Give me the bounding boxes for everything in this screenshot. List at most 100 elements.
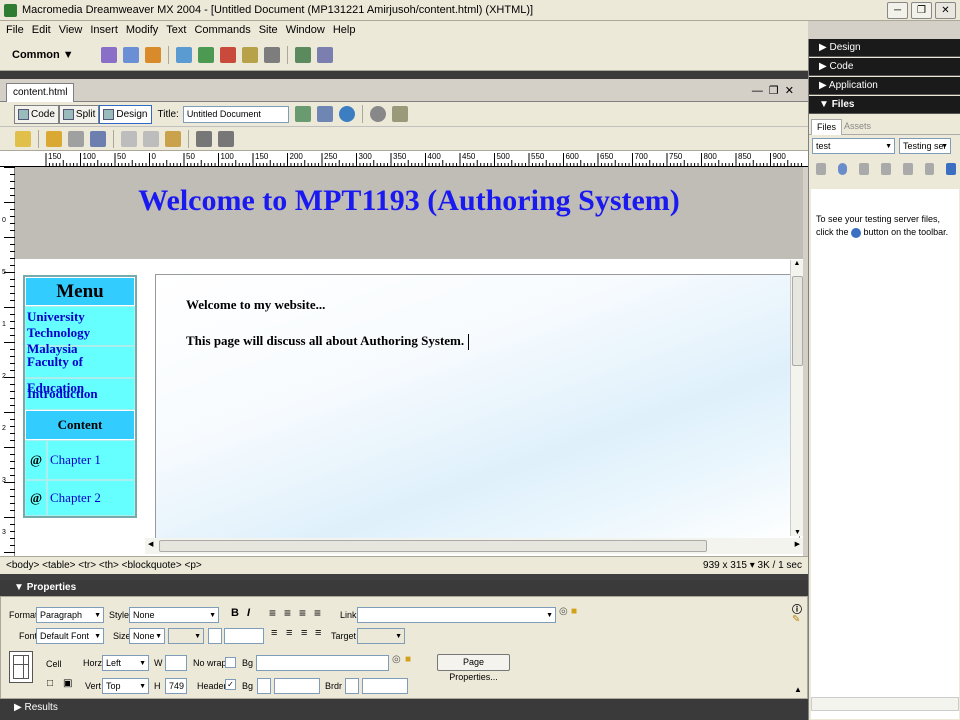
vertical-scrollbar[interactable]: ▲ ▼ — [790, 260, 803, 536]
comment-icon[interactable] — [263, 46, 280, 63]
split-cell-icon[interactable]: ▣ — [63, 678, 72, 689]
get-files-icon[interactable] — [859, 163, 870, 175]
refresh-icon[interactable] — [837, 163, 848, 175]
assets-tab[interactable]: Assets — [839, 119, 876, 135]
copy-icon[interactable] — [143, 130, 159, 147]
vertical-scroll-thumb[interactable] — [792, 276, 803, 366]
file-management-icon[interactable] — [316, 106, 333, 122]
cut-icon[interactable] — [121, 130, 137, 147]
open-icon[interactable] — [46, 130, 62, 147]
menu-window[interactable]: Window — [282, 24, 329, 36]
undo-icon[interactable] — [196, 130, 212, 147]
files-panel-header[interactable]: ▼ Files — [809, 96, 960, 114]
document-title-input[interactable] — [182, 105, 289, 123]
results-panel-header[interactable]: ▶ Results — [0, 699, 808, 720]
table-icon[interactable] — [175, 46, 192, 63]
collapse-properties-icon[interactable]: ▲ — [794, 685, 802, 694]
chapter-2-link[interactable]: Chapter 2 — [47, 480, 135, 516]
close-button[interactable]: ✕ — [935, 2, 956, 19]
horizontal-scroll-thumb[interactable] — [159, 540, 707, 552]
menu-text[interactable]: Text — [162, 24, 190, 36]
refresh-icon[interactable] — [369, 106, 386, 122]
menu-modify[interactable]: Modify — [122, 24, 162, 36]
style-select[interactable]: None — [129, 607, 219, 623]
image-icon[interactable] — [197, 46, 214, 63]
vert-select[interactable]: Top — [102, 678, 149, 694]
header-checkbox[interactable]: ✓ — [225, 679, 236, 690]
window-size-download-time[interactable]: 939 x 315 ▾ 3K / 1 sec — [703, 560, 802, 571]
scroll-right-arrow[interactable]: ▶ — [795, 540, 800, 548]
format-select[interactable]: Paragraph — [36, 607, 104, 623]
application-panel-header[interactable]: ▶ Application — [809, 77, 960, 95]
width-input[interactable] — [165, 655, 187, 671]
email-link-icon[interactable] — [122, 46, 139, 63]
unordered-list-icon[interactable]: ≡ — [271, 627, 277, 639]
paste-icon[interactable] — [165, 130, 181, 147]
document-tab[interactable]: content.html — [6, 83, 75, 102]
put-files-icon[interactable] — [881, 163, 891, 175]
save-icon[interactable] — [68, 130, 84, 147]
design-panel-header[interactable]: ▶ Design — [809, 39, 960, 57]
size-unit-select[interactable] — [168, 628, 204, 644]
link-input[interactable] — [357, 607, 556, 623]
ordered-list-icon[interactable]: ≡ — [286, 627, 292, 639]
italic-button[interactable]: I — [247, 607, 250, 619]
nowrap-checkbox[interactable] — [225, 657, 236, 668]
minimize-button[interactable]: ─ — [887, 2, 908, 19]
document-window-controls[interactable]: —❐✕ — [752, 84, 800, 97]
menu-link-faculty[interactable]: Faculty of Education — [25, 346, 135, 395]
bg-image-input[interactable] — [256, 655, 389, 671]
files-horizontal-scrollbar[interactable] — [811, 697, 959, 711]
merge-cells-icon[interactable]: □ — [47, 678, 53, 689]
menu-link-introduction[interactable]: Introduction — [25, 378, 135, 410]
save-all-icon[interactable] — [90, 130, 106, 147]
bg-color-input[interactable] — [274, 678, 320, 694]
server-view-select[interactable]: Testing ser — [899, 138, 951, 154]
menu-commands[interactable]: Commands — [190, 24, 254, 36]
hyperlink-icon[interactable] — [100, 46, 117, 63]
code-panel-header[interactable]: ▶ Code — [809, 58, 960, 76]
page-properties-button[interactable]: Page Properties... — [437, 654, 510, 682]
connect-icon[interactable] — [816, 163, 826, 175]
border-color-input[interactable] — [362, 678, 408, 694]
font-select[interactable]: Default Font — [36, 628, 104, 644]
scroll-up-arrow[interactable]: ▲ — [791, 260, 803, 267]
templates-icon[interactable] — [294, 46, 311, 63]
scroll-left-arrow[interactable]: ◀ — [148, 540, 153, 548]
point-to-file-icon[interactable]: ◎ — [392, 654, 401, 665]
text-color-input[interactable] — [224, 628, 264, 644]
height-input[interactable]: 749 — [165, 678, 187, 694]
menu-view[interactable]: View — [55, 24, 87, 36]
text-color-swatch[interactable] — [208, 628, 222, 644]
view-options-icon[interactable] — [391, 106, 408, 122]
site-select[interactable]: test — [812, 138, 895, 154]
browse-folder-icon[interactable]: ■ — [571, 606, 577, 617]
insert-category-dropdown[interactable]: Common ▼ — [12, 49, 74, 61]
files-tab[interactable]: Files — [811, 119, 843, 135]
new-document-icon[interactable] — [15, 130, 31, 147]
menu-insert[interactable]: Insert — [86, 24, 122, 36]
menu-site[interactable]: Site — [255, 24, 282, 36]
tag-selector[interactable]: <body> <table> <tr> <th> <blockquote> <p… — [6, 560, 202, 571]
align-left-icon[interactable]: ≡ — [269, 606, 276, 620]
chapter-1-link[interactable]: Chapter 1 — [47, 440, 135, 480]
check-browser-icon[interactable] — [294, 106, 311, 122]
edit-icon[interactable]: ✎ — [792, 614, 800, 625]
menu-help[interactable]: Help — [329, 24, 360, 36]
scroll-down-arrow[interactable]: ▼ — [791, 529, 804, 536]
expand-icon[interactable] — [946, 163, 957, 175]
properties-panel-header[interactable]: ▼ Properties — [0, 580, 808, 596]
preview-browser-icon[interactable] — [338, 106, 355, 122]
bold-button[interactable]: B — [231, 607, 239, 619]
check-in-icon[interactable] — [924, 163, 935, 175]
outdent-icon[interactable]: ≡ — [301, 627, 307, 639]
design-view-canvas[interactable]: Welcome to MPT1193 (Authoring System) Me… — [15, 167, 803, 556]
browse-folder-icon[interactable]: ■ — [405, 654, 411, 665]
horz-select[interactable]: Left — [102, 655, 149, 671]
target-select[interactable] — [357, 628, 405, 644]
redo-icon[interactable] — [218, 130, 234, 147]
split-view-button[interactable]: Split — [58, 104, 100, 124]
align-right-icon[interactable]: ≡ — [299, 606, 306, 620]
menu-edit[interactable]: Edit — [28, 24, 55, 36]
bg-color-swatch[interactable] — [257, 678, 271, 694]
